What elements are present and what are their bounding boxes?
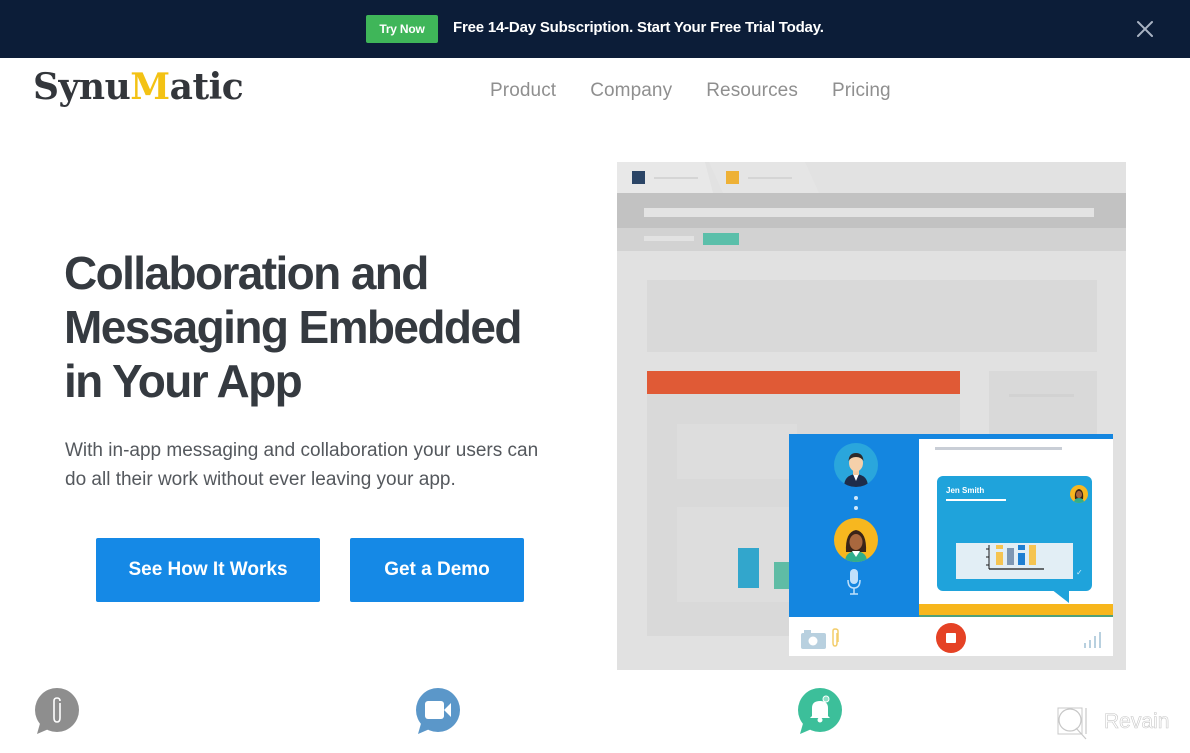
microphone-icon [847, 569, 861, 600]
mock-panel [647, 280, 1097, 352]
revain-watermark: Revain [1104, 710, 1170, 734]
stop-record-icon [936, 623, 966, 653]
connection-dot [854, 506, 858, 510]
chat-bubble-tail [1051, 589, 1069, 603]
logo-accent-letter: M [130, 66, 170, 108]
paperclip-icon [831, 628, 840, 653]
mock-chart-bar [738, 548, 759, 588]
logo-text-end: atic [169, 66, 244, 108]
revain-logo-icon [1056, 706, 1090, 747]
try-now-button[interactable]: Try Now [366, 15, 438, 43]
mock-orange-header [647, 371, 960, 394]
connection-dot [854, 496, 858, 500]
hero-subtitle-line: With in-app messaging and collaboration … [65, 440, 539, 461]
nav-product[interactable]: Product [490, 80, 556, 102]
logo[interactable]: SynuMatic [33, 66, 244, 108]
mock-tab-title [654, 177, 698, 179]
hero-title-line: Collaboration and [64, 247, 429, 299]
logo-text-start: Synu [33, 66, 131, 108]
chat-sender-avatar [1070, 485, 1088, 503]
see-how-it-works-button[interactable]: See How It Works [96, 538, 320, 602]
promo-message: Free 14-Day Subscription. Start Your Fre… [453, 19, 824, 36]
nav-pricing[interactable]: Pricing [832, 80, 891, 102]
chat-sender-name: Jen Smith [946, 486, 985, 495]
user-avatar-woman [834, 518, 878, 562]
main-nav: Product Company Resources Pricing [490, 80, 925, 102]
mock-url-field [644, 208, 1094, 217]
get-a-demo-button[interactable]: Get a Demo [350, 538, 524, 602]
mock-toolbar-button [703, 233, 739, 245]
close-icon[interactable] [1134, 18, 1156, 40]
mock-side-line [1009, 394, 1074, 397]
hero-subtitle-line: do all their work without ever leaving y… [65, 469, 456, 490]
nav-company[interactable]: Company [590, 80, 672, 102]
mock-panel-inner [677, 424, 797, 479]
mock-call-widget: Jen Smith ✓ [789, 434, 1113, 656]
mock-tab-title [748, 177, 792, 179]
hero-title-line: in Your App [64, 355, 303, 407]
mock-tab-favicon [726, 171, 739, 184]
product-illustration: Jen Smith ✓ [617, 162, 1126, 670]
call-header-line [935, 447, 1062, 450]
chat-read-status: ✓ [1076, 568, 1083, 577]
mock-tab-favicon [632, 171, 645, 184]
signal-icon [1084, 632, 1102, 653]
chat-bubble: Jen Smith ✓ [937, 476, 1092, 591]
hero-subtitle: With in-app messaging and collaboration … [65, 436, 585, 494]
video-chat-icon [414, 686, 462, 741]
camera-icon [801, 630, 827, 654]
user-avatar-man [834, 443, 878, 487]
nav-resources[interactable]: Resources [706, 80, 798, 102]
attachment-chat-icon [33, 686, 81, 741]
hero-title-line: Messaging Embedded [64, 301, 522, 353]
notification-chat-icon [796, 686, 844, 741]
hero-title: Collaboration and Messaging Embedded in … [64, 246, 584, 408]
promo-banner: Try Now Free 14-Day Subscription. Start … [0, 0, 1190, 58]
chat-sender-underline [946, 499, 1006, 501]
shared-chart-preview [956, 543, 1073, 579]
mock-toolbar-item [644, 236, 694, 241]
call-top-border [919, 434, 1113, 439]
